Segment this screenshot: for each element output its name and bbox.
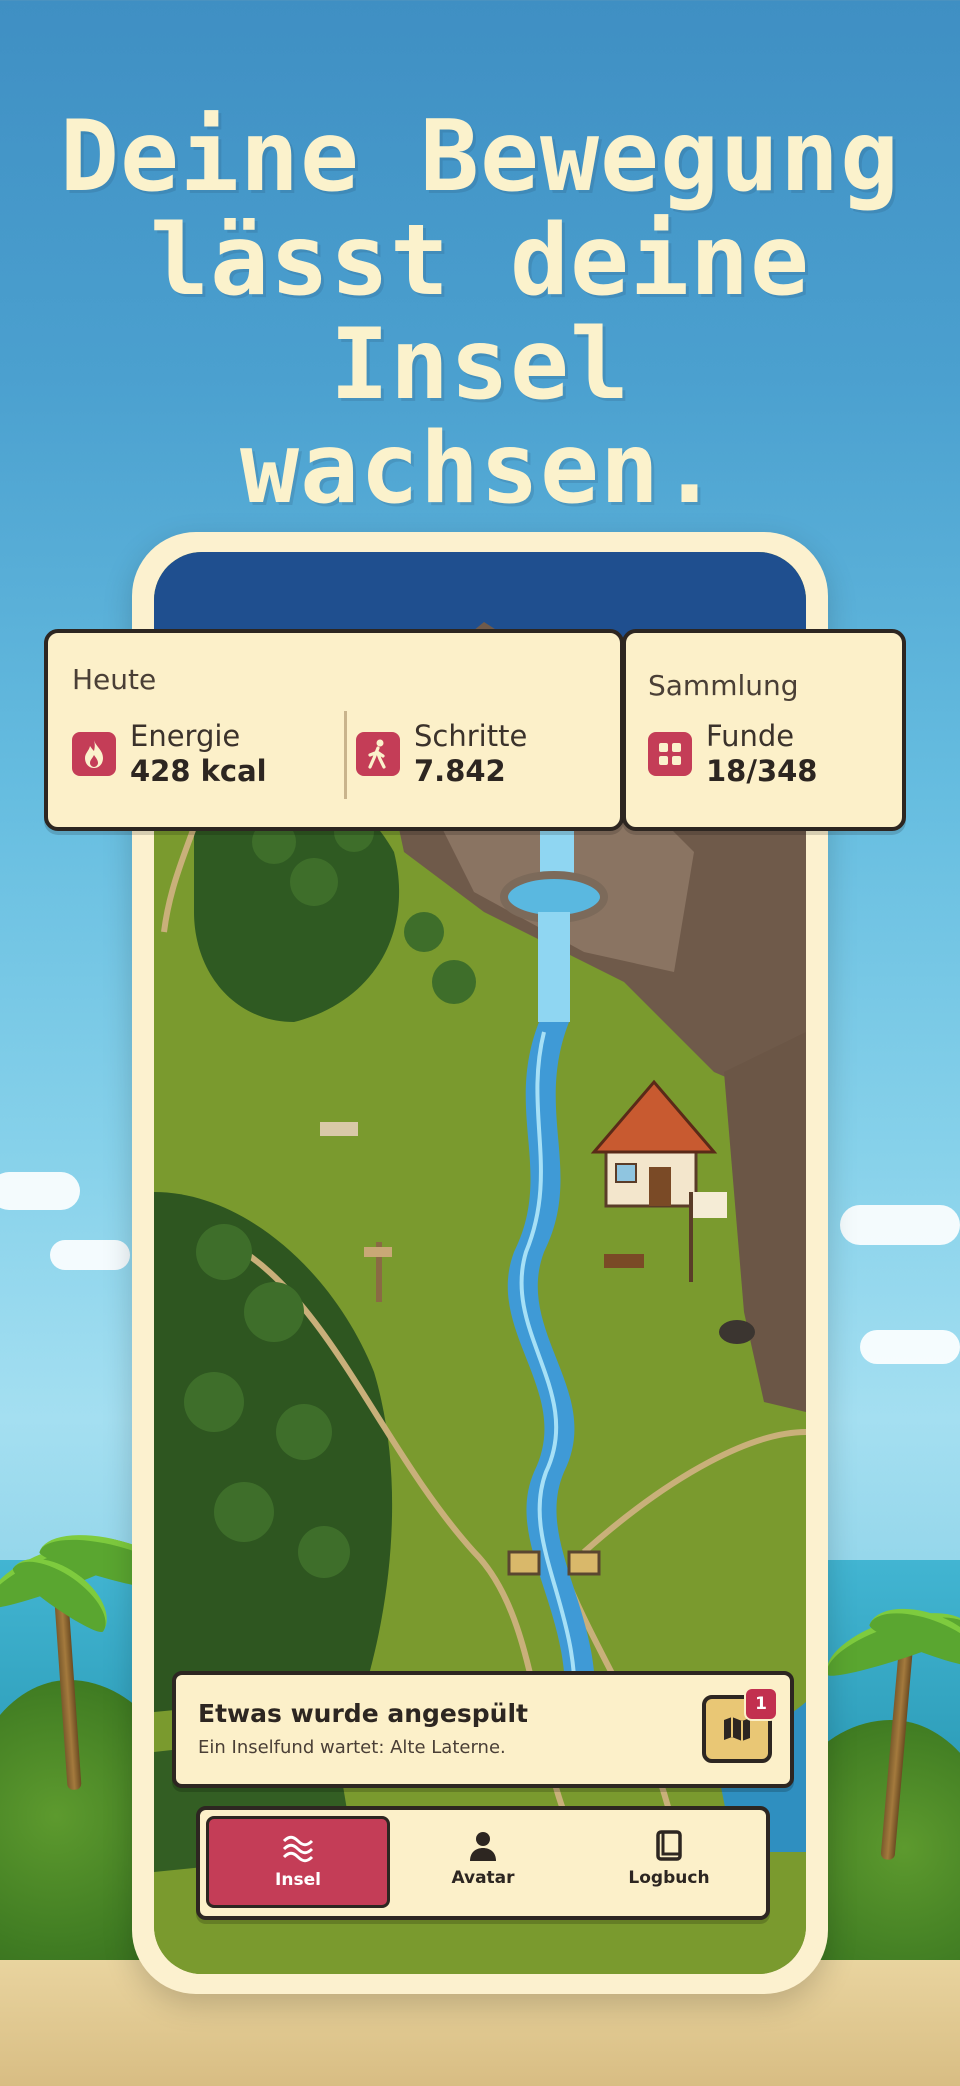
notification-badge: 1 <box>744 1687 778 1721</box>
today-stats-card: Heute Energie 428 kcal Schritte 7.842 <box>44 629 624 831</box>
open-find-button[interactable]: 1 <box>702 1687 778 1763</box>
notification-subtitle: Ein Inselfund wartet: Alte Laterne. <box>198 1737 506 1758</box>
tab-logbuch-label: Logbuch <box>628 1868 710 1888</box>
finds-value: 18/348 <box>706 754 818 788</box>
headline-line-3: wachsen. <box>239 412 720 526</box>
stat-divider <box>344 711 347 799</box>
energy-label: Energie <box>130 719 241 753</box>
tab-insel-label: Insel <box>275 1870 321 1890</box>
person-icon <box>470 1832 496 1861</box>
tab-insel[interactable]: Insel <box>206 1816 390 1908</box>
collection-card[interactable]: Sammlung Funde 18/348 <box>622 629 906 831</box>
headline-line-1: Deine Bewegung <box>59 100 900 214</box>
cloud-right <box>840 1205 960 1245</box>
flame-icon <box>72 732 116 776</box>
finds-stat: Funde 18/348 <box>648 719 817 789</box>
tab-logbuch[interactable]: Logbuch <box>580 1816 758 1902</box>
energy-stat: Energie 428 kcal <box>72 719 267 789</box>
washed-up-notification[interactable]: Etwas wurde angespült Ein Inselfund wart… <box>172 1671 794 1788</box>
notification-title: Etwas wurde angespült <box>198 1699 528 1728</box>
steps-stat: Schritte 7.842 <box>356 719 527 789</box>
palm-tree-left <box>0 1521 193 1791</box>
headline: Deine Bewegung lässt deine Insel wachsen… <box>0 105 960 521</box>
collection-card-title: Sammlung <box>648 669 799 702</box>
palm-tree-right <box>817 1594 960 1861</box>
cloud-left <box>0 1172 80 1210</box>
headline-line-2: lässt deine Insel <box>149 204 810 422</box>
book-icon <box>656 1830 682 1861</box>
cloud-left-2 <box>50 1240 130 1270</box>
waves-icon <box>282 1835 314 1863</box>
steps-value: 7.842 <box>414 754 506 788</box>
energy-value: 428 kcal <box>130 754 267 788</box>
today-card-title: Heute <box>72 663 157 696</box>
tab-avatar[interactable]: Avatar <box>394 1816 572 1902</box>
walking-icon <box>356 732 400 776</box>
tab-avatar-label: Avatar <box>451 1868 515 1888</box>
bottom-tab-bar: Insel Avatar Logbuch <box>196 1806 770 1920</box>
cloud-right-2 <box>860 1330 960 1364</box>
finds-label: Funde <box>706 719 795 753</box>
grid-icon <box>648 732 692 776</box>
steps-label: Schritte <box>414 719 528 753</box>
